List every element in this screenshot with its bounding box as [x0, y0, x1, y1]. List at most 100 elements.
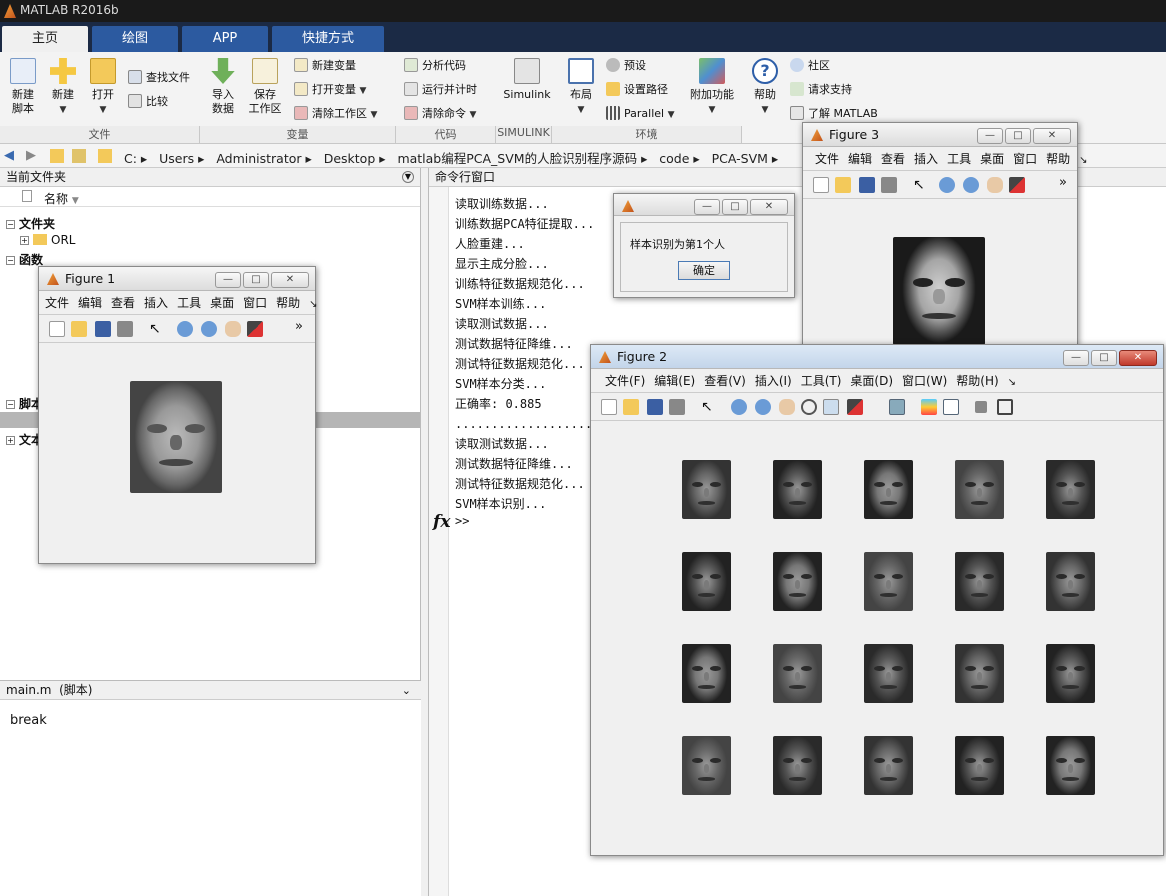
new-figure-icon[interactable] — [601, 399, 617, 415]
maximize-button[interactable]: □ — [243, 272, 269, 288]
hide-plot-tools-icon[interactable] — [975, 401, 987, 413]
find-files-button[interactable]: 查找文件 — [128, 69, 190, 87]
close-button[interactable]: ✕ — [271, 272, 309, 288]
new-button[interactable]: 新建 ▼ — [42, 56, 84, 117]
pointer-icon[interactable]: ↖ — [913, 177, 929, 193]
link-plot-icon[interactable] — [889, 399, 905, 415]
show-plot-tools-icon[interactable] — [997, 399, 1013, 415]
zoom-out-icon[interactable] — [963, 177, 979, 193]
close-button[interactable]: ✕ — [750, 199, 788, 215]
pointer-icon[interactable]: ↖ — [701, 399, 717, 415]
brush-icon[interactable] — [847, 399, 863, 415]
browse-folder-icon[interactable] — [72, 149, 86, 163]
layout-button[interactable]: 布局 ▼ — [560, 56, 602, 117]
clear-workspace-button[interactable]: 清除工作区 ▼ — [294, 105, 377, 123]
figure-menu-item[interactable]: 插入 — [144, 296, 168, 310]
print-icon[interactable] — [669, 399, 685, 415]
import-data-button[interactable]: 导入 数据 — [202, 56, 244, 116]
figure1-title-bar[interactable]: Figure 1 — □ ✕ — [39, 267, 315, 291]
breadcrumb-segment[interactable]: C: — [124, 151, 137, 166]
figure-menu-item[interactable]: 工具 — [947, 152, 971, 166]
save-icon[interactable] — [647, 399, 663, 415]
figure2-window[interactable]: Figure 2 — □ ✕ 文件(F) 编辑(E) 查看(V) 插入(I) 工具(T) 桌面… — [590, 344, 1164, 856]
parallel-button[interactable]: Parallel ▼ — [606, 105, 675, 123]
figure-menu-item[interactable]: 工具(T) — [801, 374, 842, 388]
tab-home[interactable]: 主页 — [2, 26, 88, 52]
preferences-button[interactable]: 预设 — [606, 57, 646, 75]
figure-menu-item[interactable]: 编辑 — [848, 152, 872, 166]
zoom-out-icon[interactable] — [755, 399, 771, 415]
figure-menu-item[interactable]: 窗口(W) — [902, 374, 947, 388]
figure-menu-item[interactable]: 文件(F) — [605, 374, 645, 388]
up-folder-icon[interactable] — [50, 149, 64, 163]
save-icon[interactable] — [95, 321, 111, 337]
command-prompt[interactable]: >> — [455, 514, 469, 528]
folder-group[interactable]: − 文件夹 — [6, 215, 55, 232]
orl-folder-item[interactable]: + ORL — [20, 233, 75, 247]
minimize-button[interactable]: — — [977, 128, 1003, 144]
legend-icon[interactable] — [943, 399, 959, 415]
close-button[interactable]: ✕ — [1033, 128, 1071, 144]
zoom-in-icon[interactable] — [177, 321, 193, 337]
figure-menu-item[interactable]: 文件 — [45, 296, 69, 310]
figure-menu-item[interactable]: 插入(I) — [755, 374, 792, 388]
maximize-button[interactable]: □ — [1091, 350, 1117, 366]
minimize-button[interactable]: — — [1063, 350, 1089, 366]
dialog-title-bar[interactable]: — □ ✕ — [614, 194, 794, 216]
help-button[interactable]: ? 帮助 ▼ — [744, 56, 786, 117]
zoom-in-icon[interactable] — [731, 399, 747, 415]
minimize-button[interactable]: — — [694, 199, 720, 215]
pointer-icon[interactable]: ↖ — [149, 321, 165, 337]
figure1-window[interactable]: Figure 1 — □ ✕ 文件 编辑 查看 插入 工具 桌面 窗口 帮助 ↘ ↖ » — [38, 266, 318, 564]
pan-hand-icon[interactable] — [779, 399, 795, 415]
request-support-button[interactable]: 请求支持 — [790, 81, 852, 99]
toolbar-overflow-icon[interactable]: » — [1059, 176, 1075, 193]
figure-menu-item[interactable]: 桌面(D) — [850, 374, 893, 388]
forward-arrow-icon[interactable]: ▶ — [26, 148, 36, 163]
simulink-button[interactable]: Simulink — [502, 56, 552, 102]
brush-icon[interactable] — [247, 321, 263, 337]
figure3-window[interactable]: Figure 3 — □ ✕ 文件 编辑 查看 插入 工具 桌面 窗口 帮助 ↘ ↖ » — [802, 122, 1088, 346]
figure-menu-item[interactable]: 帮助 — [276, 296, 300, 310]
figure-menu-item[interactable]: 查看(V) — [704, 374, 746, 388]
panel-menu-icon[interactable]: ▼ — [402, 171, 414, 183]
open-button[interactable]: 打开 ▼ — [82, 56, 124, 117]
figure-menu-item[interactable]: 帮助 — [1046, 152, 1070, 166]
new-figure-icon[interactable] — [813, 177, 829, 193]
breadcrumb-segment[interactable]: PCA-SVM — [712, 151, 768, 166]
breadcrumb[interactable]: C: ▸ Users ▸ Administrator ▸ Desktop ▸ m… — [124, 148, 778, 167]
new-variable-button[interactable]: 新建变量 — [294, 57, 356, 75]
figure-menu-item[interactable]: 窗口 — [243, 296, 267, 310]
menu-dock-arrow-icon[interactable]: ↘ — [1079, 155, 1087, 166]
chevron-down-icon[interactable]: ⌄ — [402, 681, 411, 700]
figure2-title-bar[interactable]: Figure 2 — □ ✕ — [591, 345, 1163, 369]
zoom-out-icon[interactable] — [201, 321, 217, 337]
compare-button[interactable]: 比较 — [128, 93, 168, 111]
addons-button[interactable]: 附加功能 ▼ — [688, 56, 736, 117]
figure-menu-item[interactable]: 查看 — [111, 296, 135, 310]
brush-icon[interactable] — [1009, 177, 1025, 193]
breadcrumb-segment[interactable]: code — [659, 151, 689, 166]
breadcrumb-segment[interactable]: Users — [159, 151, 194, 166]
run-and-time-button[interactable]: 运行并计时 — [404, 81, 477, 99]
set-path-button[interactable]: 设置路径 — [606, 81, 668, 99]
new-figure-icon[interactable] — [49, 321, 65, 337]
zoom-in-icon[interactable] — [939, 177, 955, 193]
close-button[interactable]: ✕ — [1119, 350, 1157, 366]
maximize-button[interactable]: □ — [1005, 128, 1031, 144]
ok-button[interactable]: 确定 — [678, 261, 730, 280]
figure-menu-item[interactable]: 文件 — [815, 152, 839, 166]
breadcrumb-segment[interactable]: Desktop — [324, 151, 376, 166]
clear-commands-button[interactable]: 清除命令 ▼ — [404, 105, 476, 123]
breadcrumb-segment[interactable]: matlab编程PCA_SVM的人脸识别程序源码 — [397, 151, 637, 166]
save-icon[interactable] — [859, 177, 875, 193]
open-file-icon[interactable] — [623, 399, 639, 415]
print-icon[interactable] — [117, 321, 133, 337]
analyze-code-button[interactable]: 分析代码 — [404, 57, 466, 75]
figure-menu-item[interactable]: 桌面 — [980, 152, 1004, 166]
breadcrumb-segment[interactable]: Administrator — [216, 151, 301, 166]
community-button[interactable]: 社区 — [790, 57, 830, 75]
figure-menu-item[interactable]: 编辑(E) — [654, 374, 695, 388]
result-dialog[interactable]: — □ ✕ 样本识别为第1个人 确定 — [613, 193, 795, 298]
figure-menu-item[interactable]: 帮助(H) — [956, 374, 998, 388]
